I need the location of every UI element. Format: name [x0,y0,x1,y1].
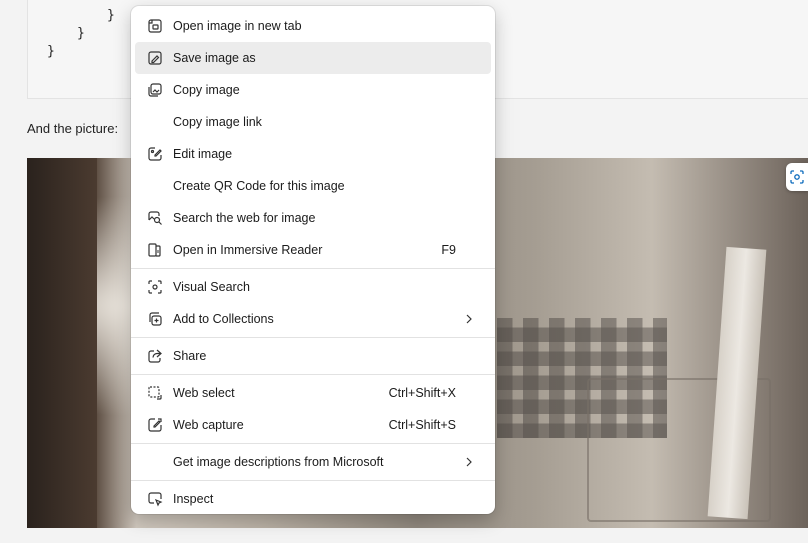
copy-image-icon [147,82,163,98]
menu-item-copy-image[interactable]: Copy image [135,74,491,106]
edit-image-icon [147,146,163,162]
menu-item-shortcut: F9 [441,243,456,257]
visual-search-icon [790,170,804,184]
collections-icon [147,311,163,327]
menu-item-web-capture[interactable]: Web capture Ctrl+Shift+S [135,409,491,441]
chevron-right-icon [463,313,475,325]
menu-separator [131,480,495,481]
menu-item-share[interactable]: Share [135,340,491,372]
menu-item-edit-image[interactable]: Edit image [135,138,491,170]
web-select-icon [147,385,163,401]
menu-separator [131,337,495,338]
menu-item-shortcut: Ctrl+Shift+S [388,418,456,432]
menu-item-copy-image-link[interactable]: Copy image link [135,106,491,138]
menu-item-label: Web select [173,386,235,400]
menu-item-label: Open image in new tab [173,19,302,33]
menu-item-label: Open in Immersive Reader [173,243,323,257]
menu-item-label: Edit image [173,147,233,161]
code-line: } [47,44,55,59]
body-text: And the picture: [27,121,119,136]
menu-item-label: Search the web for image [173,211,316,225]
menu-item-get-image-descriptions[interactable]: Get image descriptions from Microsoft [135,446,491,478]
menu-item-label: Add to Collections [173,312,274,326]
menu-item-label: Get image descriptions from Microsoft [173,455,384,469]
menu-item-save-image-as[interactable]: Save image as [135,42,491,74]
menu-item-search-web-for-image[interactable]: Search the web for image [135,202,491,234]
code-line: } [77,26,85,41]
menu-item-web-select[interactable]: Web select Ctrl+Shift+X [135,377,491,409]
search-image-icon [147,210,163,226]
menu-item-open-immersive-reader[interactable]: Open in Immersive Reader F9 [135,234,491,266]
open-new-tab-icon [147,18,163,34]
visual-search-icon [147,279,163,295]
chevron-right-icon [463,456,475,468]
menu-item-label: Save image as [173,51,256,65]
context-menu: Open image in new tab Save image as Copy… [131,6,495,514]
menu-item-label: Inspect [173,492,214,506]
inspect-icon [147,491,163,507]
menu-item-open-image-new-tab[interactable]: Open image in new tab [135,10,491,42]
menu-item-label: Copy image link [173,115,262,129]
menu-item-visual-search[interactable]: Visual Search [135,271,491,303]
immersive-reader-icon [147,242,163,258]
menu-item-shortcut: Ctrl+Shift+X [388,386,456,400]
menu-separator [131,443,495,444]
menu-item-inspect[interactable]: Inspect [135,483,491,515]
visual-search-overlay-button[interactable] [786,163,808,191]
share-icon [147,348,163,364]
web-capture-icon [147,417,163,433]
menu-separator [131,268,495,269]
menu-item-add-to-collections[interactable]: Add to Collections [135,303,491,335]
menu-item-label: Copy image [173,83,240,97]
code-line: } [107,8,115,23]
menu-item-create-qr-code[interactable]: Create QR Code for this image [135,170,491,202]
menu-item-label: Share [173,349,207,363]
menu-item-label: Visual Search [173,280,250,294]
menu-separator [131,374,495,375]
save-image-icon [147,50,163,66]
menu-item-label: Create QR Code for this image [173,179,345,193]
menu-item-label: Web capture [173,418,244,432]
